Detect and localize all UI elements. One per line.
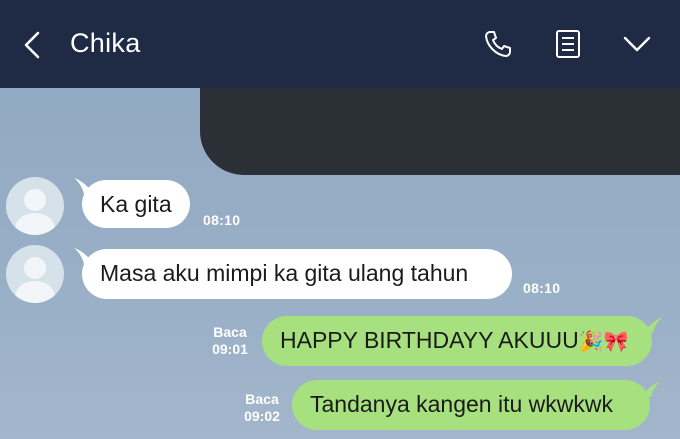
read-status: Baca bbox=[245, 391, 279, 407]
default-avatar-icon bbox=[14, 189, 56, 235]
avatar[interactable] bbox=[6, 245, 64, 303]
message-time: 09:01 bbox=[212, 341, 248, 357]
message-time: 09:02 bbox=[244, 408, 280, 424]
chat-title: Chika bbox=[70, 28, 141, 58]
redacted-message bbox=[200, 88, 680, 175]
read-receipt: Baca 09:01 bbox=[205, 324, 255, 358]
message-text: Masa aku mimpi ka gita ulang tahun bbox=[100, 260, 469, 286]
message-time: 08:10 bbox=[203, 212, 241, 228]
message-text: HAPPY BIRTHDAYY AKUUU bbox=[280, 327, 579, 353]
message-text: Tandanya kangen itu wkwkwk bbox=[310, 391, 613, 417]
back-icon[interactable] bbox=[20, 30, 46, 60]
read-status: Baca bbox=[213, 324, 247, 340]
read-receipt: Baca 09:02 bbox=[237, 391, 287, 425]
bubble-tail bbox=[645, 317, 663, 333]
notes-icon[interactable] bbox=[552, 28, 584, 60]
party-emoji: 🎉🎀 bbox=[578, 331, 629, 353]
default-avatar-icon bbox=[14, 257, 56, 303]
message-bubble-incoming[interactable]: Ka gita bbox=[82, 180, 190, 228]
chevron-down-icon[interactable] bbox=[621, 28, 653, 60]
chat-header: Chika bbox=[0, 0, 680, 88]
message-time: 08:10 bbox=[523, 280, 561, 296]
bubble-tail bbox=[643, 381, 661, 397]
message-bubble-outgoing[interactable]: HAPPY BIRTHDAYY AKUUU🎉🎀 bbox=[262, 316, 652, 366]
message-bubble-incoming[interactable]: Masa aku mimpi ka gita ulang tahun bbox=[82, 249, 512, 299]
avatar[interactable] bbox=[6, 177, 64, 235]
message-text: Ka gita bbox=[100, 191, 172, 217]
message-list[interactable]: Ka gita 08:10 Masa aku mimpi ka gita ula… bbox=[0, 88, 680, 439]
message-bubble-outgoing[interactable]: Tandanya kangen itu wkwkwk bbox=[292, 380, 650, 430]
phone-icon[interactable] bbox=[482, 28, 514, 60]
